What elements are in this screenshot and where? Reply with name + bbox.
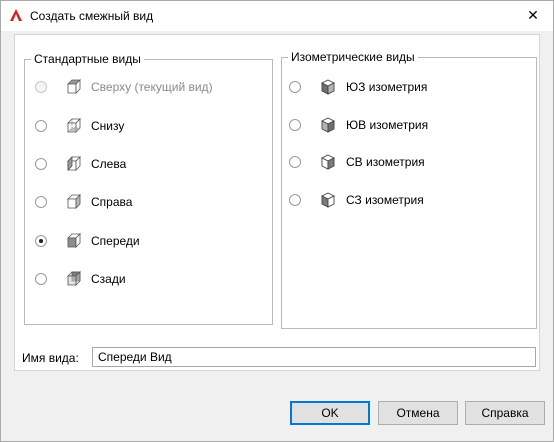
autocad-logo-icon (10, 9, 22, 21)
front-view-cube-icon (67, 233, 81, 248)
view-name-label: Имя вида: (22, 351, 79, 365)
option-nw-iso-label: СЗ изометрия (346, 193, 424, 207)
radio-selected-dot (39, 239, 43, 243)
option-bottom-view-label: Снизу (91, 119, 125, 133)
close-button[interactable]: ✕ (519, 4, 547, 26)
se-iso-cube-icon (320, 117, 336, 133)
cancel-button-label: Отмена (396, 406, 440, 420)
radio-se-iso[interactable] (289, 119, 301, 131)
nw-iso-cube-icon (320, 192, 336, 208)
sw-iso-cube-icon (320, 79, 336, 95)
radio-sw-iso[interactable] (289, 81, 301, 93)
option-back-view[interactable]: Сзади (35, 270, 126, 288)
title-bar[interactable]: Создать смежный вид ✕ (1, 1, 553, 31)
ok-button-label: OK (321, 406, 339, 420)
option-front-view[interactable]: Спереди (35, 232, 140, 250)
window-title: Создать смежный вид (30, 9, 154, 23)
dialog-client-area: Стандартные виды Изометрические виды Све… (1, 31, 553, 441)
radio-right-view[interactable] (35, 196, 47, 208)
option-top-view[interactable]: Сверху (текущий вид) (35, 78, 213, 96)
close-icon: ✕ (527, 6, 539, 23)
radio-left-view[interactable] (35, 158, 47, 170)
radio-ne-iso[interactable] (289, 156, 301, 168)
option-ne-iso[interactable]: СВ изометрия (289, 153, 425, 171)
option-se-iso[interactable]: ЮВ изометрия (289, 116, 428, 134)
option-right-view[interactable]: Справа (35, 193, 132, 211)
cancel-button[interactable]: Отмена (378, 401, 458, 425)
option-front-view-label: Спереди (91, 234, 140, 248)
option-sw-iso[interactable]: ЮЗ изометрия (289, 78, 427, 96)
ne-iso-cube-icon (320, 154, 336, 170)
radio-top-view[interactable] (35, 81, 47, 93)
option-sw-iso-label: ЮЗ изометрия (346, 80, 428, 94)
option-ne-iso-label: СВ изометрия (346, 155, 425, 169)
option-back-view-label: Сзади (91, 272, 126, 286)
top-view-cube-icon (67, 79, 81, 94)
ok-button[interactable]: OK (290, 401, 370, 425)
radio-nw-iso[interactable] (289, 194, 301, 206)
view-name-input[interactable] (92, 347, 536, 367)
radio-back-view[interactable] (35, 273, 47, 285)
bottom-view-cube-icon (67, 118, 81, 133)
option-nw-iso[interactable]: СЗ изометрия (289, 191, 424, 209)
help-button-label: Справка (481, 406, 529, 420)
isometric-views-legend: Изометрические виды (288, 50, 418, 64)
option-right-view-label: Справа (91, 195, 133, 209)
option-se-iso-label: ЮВ изометрия (346, 118, 429, 132)
radio-bottom-view[interactable] (35, 120, 47, 132)
radio-front-view[interactable] (35, 235, 47, 247)
help-button[interactable]: Справка (465, 401, 545, 425)
back-view-cube-icon (67, 271, 81, 286)
option-left-view[interactable]: Слева (35, 155, 126, 173)
standard-views-legend: Стандартные виды (31, 52, 144, 66)
left-view-cube-icon (67, 156, 81, 171)
right-view-cube-icon (67, 194, 81, 209)
option-bottom-view[interactable]: Снизу (35, 117, 124, 135)
option-left-view-label: Слева (91, 157, 127, 171)
create-adjacent-view-dialog: Создать смежный вид ✕ Стандартные виды И… (0, 0, 554, 442)
option-top-view-label: Сверху (текущий вид) (91, 80, 213, 94)
